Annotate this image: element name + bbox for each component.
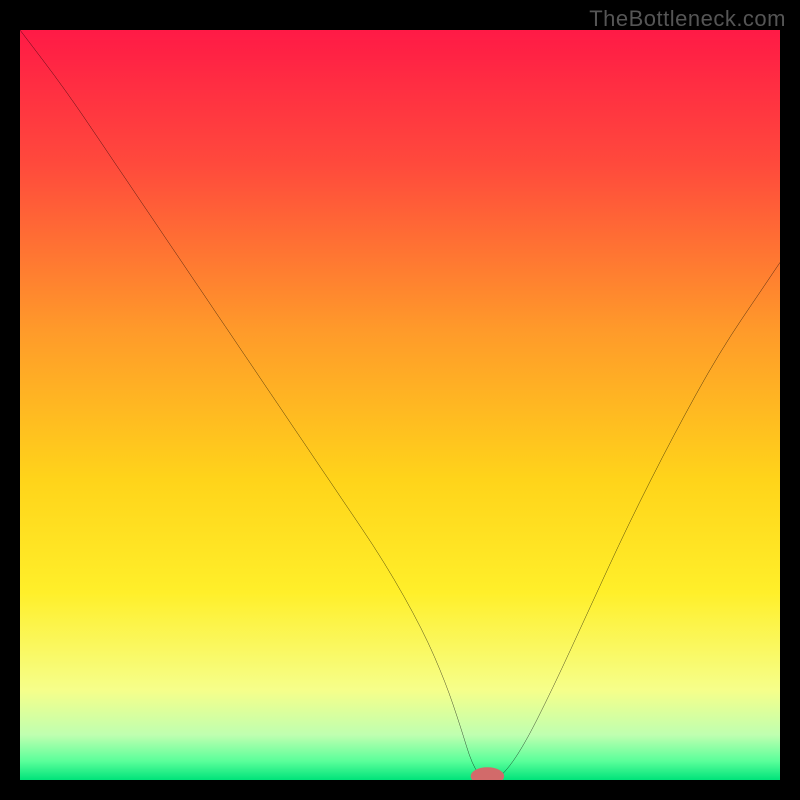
chart-frame: TheBottleneck.com [0,0,800,800]
watermark-text: TheBottleneck.com [589,6,786,32]
bottleneck-plot [20,30,780,780]
gradient-rect [20,30,780,780]
plot-svg [20,30,780,780]
